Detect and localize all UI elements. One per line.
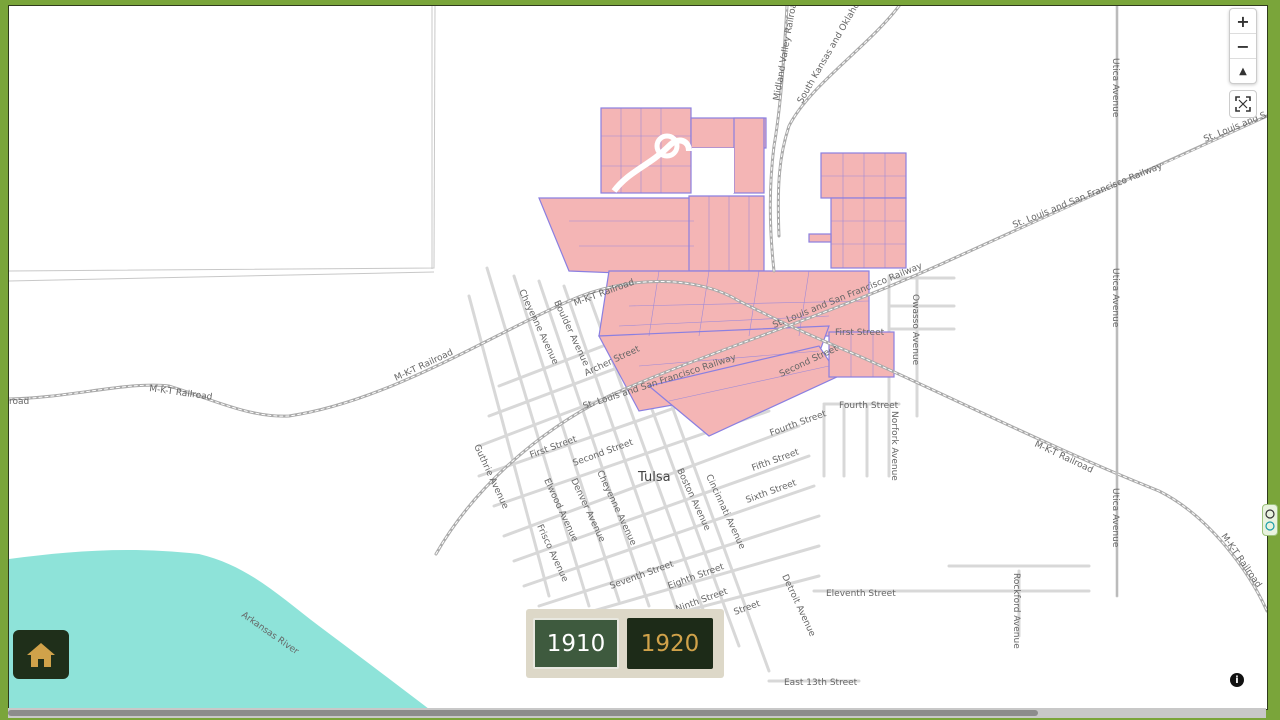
year-1910-button[interactable]: 1910: [533, 618, 619, 669]
street-east13: East 13th Street: [784, 678, 858, 688]
town-label: Tulsa: [637, 470, 671, 485]
ave-guthrie: Guthrie Avenue: [471, 443, 510, 511]
zoom-out-button[interactable]: −: [1230, 34, 1256, 59]
year-1920-button[interactable]: 1920: [627, 618, 713, 669]
street-eleventh: Eleventh Street: [826, 589, 896, 599]
info-icon[interactable]: i: [1230, 673, 1244, 687]
ave-utica-2: Utica Avenue: [1110, 268, 1120, 328]
side-panel-tab[interactable]: [1262, 504, 1278, 536]
survey-lines: [9, 6, 436, 282]
horizontal-scrollbar[interactable]: [8, 708, 1266, 718]
street-fourth-e: Fourth Street: [839, 401, 899, 411]
fullscreen-icon: [1235, 96, 1251, 112]
home-icon: [27, 642, 55, 667]
rr-label-stlsf-3: St. Louis and San Francisco Railway: [1011, 161, 1164, 231]
map-canvas[interactable]: Tulsa Arkansas River M-K-T Railroad M-K-…: [8, 5, 1268, 710]
rr-label-mkt-2: M-K-T Railroad: [393, 348, 455, 384]
street-first-e: First Street: [835, 328, 885, 338]
rr-label-sko: South Kansas and Oklahoma Railroad: [796, 6, 889, 106]
street-fourth: Fourth Street: [769, 409, 828, 439]
scrollbar-thumb[interactable]: [8, 710, 1038, 716]
zoom-control: + − ▲: [1229, 8, 1257, 84]
map-svg: Tulsa Arkansas River M-K-T Railroad M-K-…: [9, 6, 1267, 709]
rr-label-midland: Midland Valley Railroad: [772, 6, 800, 102]
ave-rockford: Rockford Avenue: [1011, 573, 1021, 649]
rr-label-mkt-left: road: [9, 397, 29, 407]
rr-label-mkt-4: M-K-T Railroad: [1219, 532, 1264, 590]
river: [9, 549, 429, 709]
ave-owasso: Owasso Avenue: [910, 294, 920, 366]
ave-norfork: Norfork Avenue: [889, 411, 899, 481]
ave-utica-3: Utica Avenue: [1110, 488, 1120, 548]
year-selector: 1910 1920: [526, 609, 724, 678]
home-button[interactable]: [13, 630, 69, 679]
compass-button[interactable]: ▲: [1230, 59, 1256, 83]
rr-label-mkt-3: M-K-T Railroad: [1033, 440, 1095, 476]
rr-label-mkt-1: M-K-T Railroad: [149, 384, 213, 403]
zoom-in-button[interactable]: +: [1230, 9, 1256, 34]
fullscreen-button[interactable]: [1229, 90, 1257, 118]
ave-utica-1: Utica Avenue: [1110, 58, 1120, 118]
